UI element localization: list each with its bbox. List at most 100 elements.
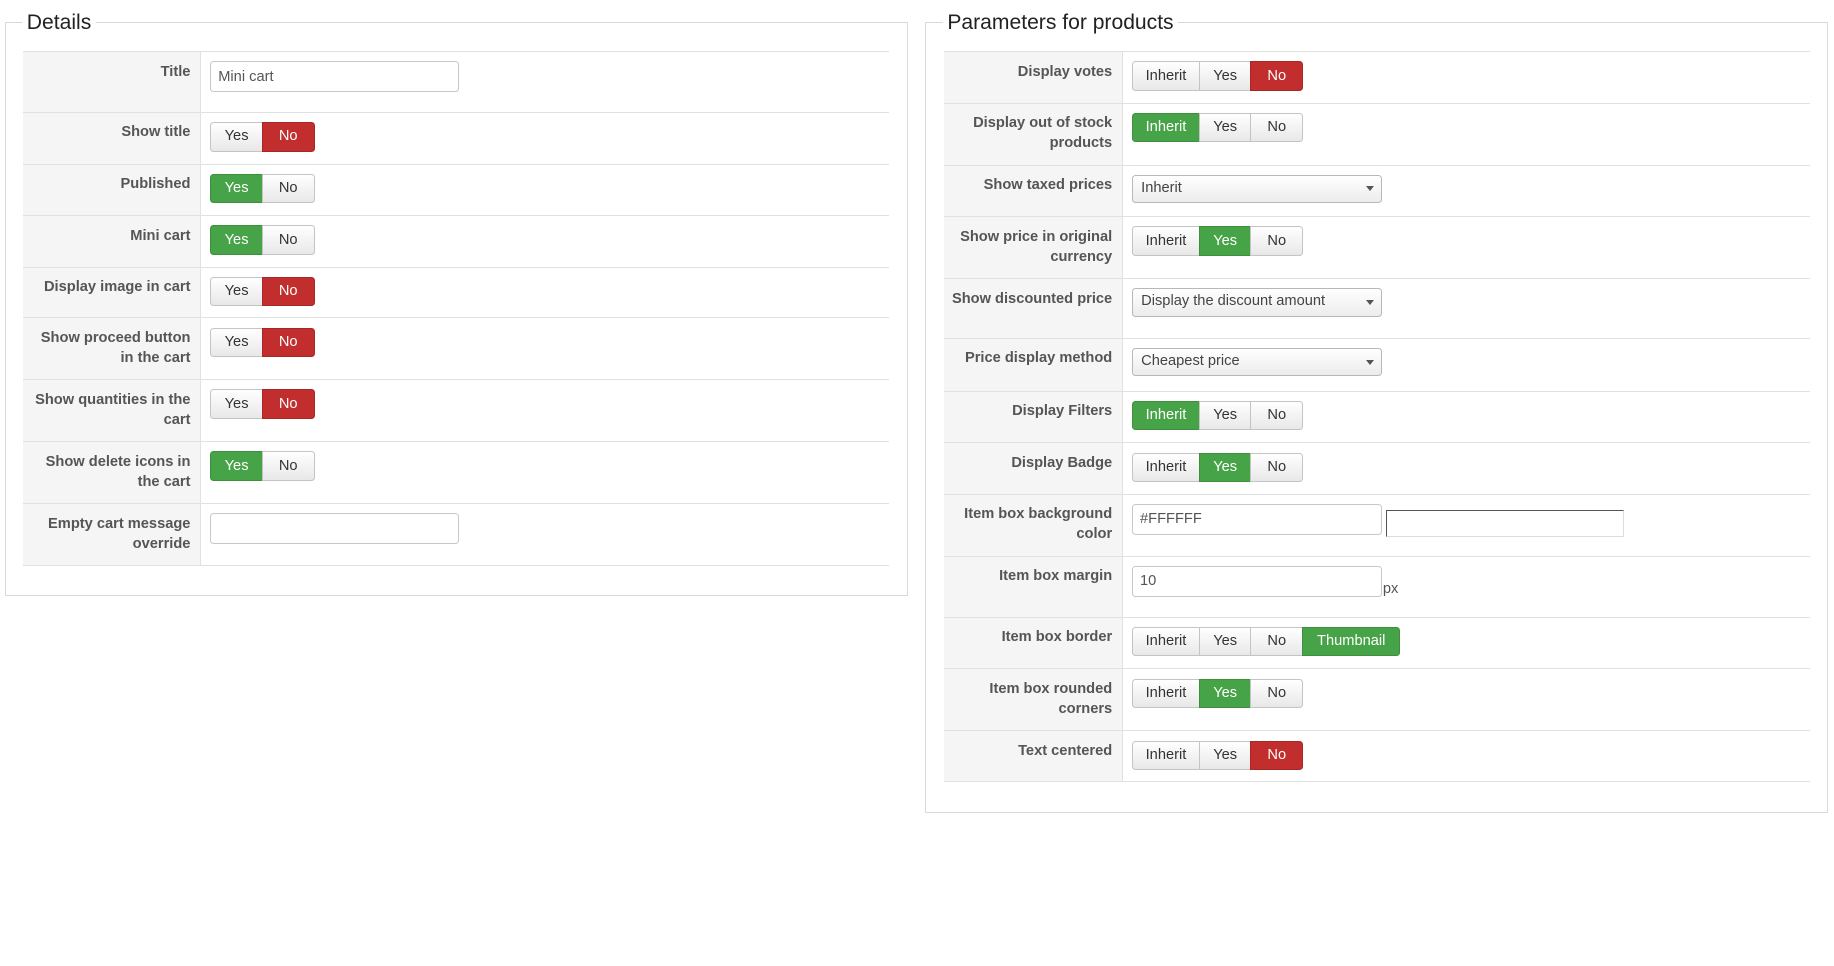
row-item-box-margin-label: Item box margin (943, 555, 1123, 618)
row-show-discounted-price-select-value: Display the discount amount (1141, 293, 1326, 310)
row-display-votes: Display votes Inherit Yes No (943, 50, 1810, 104)
row-text-centered-label: Text centered (943, 730, 1123, 782)
row-show-discounted-price-control: Display the discount amount (1122, 278, 1810, 339)
row-price-display-method-select[interactable]: Cheapest price (1131, 348, 1382, 377)
row-display-out-of-stock-products-control: Inherit Yes No (1122, 102, 1810, 166)
row-item-box-rounded-corners: Item box rounded corners Inherit Yes No (943, 668, 1810, 731)
parameters-table: Display votes Inherit Yes No Display out of … (943, 50, 1810, 782)
row-show-quantities-in-the-cart-label: Show quantities in the cart (23, 379, 201, 442)
row-show-delete-icons-in-the-cart-no-button[interactable]: No (261, 451, 315, 481)
row-item-box-border-thumbnail-button[interactable]: Thumbnail (1301, 627, 1401, 657)
row-show-discounted-price: Show discounted price Display the discoun… (943, 278, 1810, 339)
row-show-proceed-button-in-the-cart-label: Show proceed button in the cart (23, 317, 201, 380)
row-display-badge-label: Display Badge (943, 442, 1123, 495)
row-item-box-background-color-label: Item box background color (943, 493, 1123, 557)
parameters-fieldset: Parameters for products Display votes Inh… (925, 10, 1829, 813)
row-show-title-label: Show title (23, 111, 201, 165)
row-show-price-in-original-currency-toggle-group: Inherit Yes No (1131, 226, 1304, 256)
row-mini-cart-control: Yes No (200, 215, 890, 268)
row-text-centered-control: Inherit Yes No (1122, 730, 1810, 782)
row-title-input[interactable] (210, 61, 459, 92)
row-item-box-border-yes-button[interactable]: Yes (1198, 627, 1252, 657)
row-published-no-button[interactable]: No (261, 173, 315, 204)
row-item-box-margin: Item box margin px (943, 555, 1810, 618)
row-display-image-in-cart-no-button[interactable]: No (261, 277, 315, 307)
row-display-out-of-stock-products-toggle-group: Inherit Yes No (1131, 112, 1304, 143)
row-mini-cart-no-button[interactable]: No (261, 225, 315, 255)
row-display-out-of-stock-products-no-button[interactable]: No (1250, 112, 1304, 143)
row-show-title: Show title Yes No (23, 111, 890, 165)
row-show-taxed-prices-select[interactable]: Inherit (1131, 174, 1382, 204)
row-display-image-in-cart-label: Display image in cart (23, 266, 201, 318)
row-item-box-rounded-corners-yes-button[interactable]: Yes (1198, 678, 1252, 709)
row-price-display-method: Price display method Cheapest price (943, 337, 1810, 392)
row-show-price-in-original-currency-no-button[interactable]: No (1250, 226, 1304, 256)
row-show-discounted-price-select[interactable]: Display the discount amount (1131, 288, 1382, 317)
row-text-centered-no-button[interactable]: No (1250, 740, 1304, 771)
row-show-title-control: Yes No (200, 111, 890, 165)
chevron-down-icon (1365, 186, 1374, 192)
row-display-out-of-stock-products: Display out of stock products Inherit Yes N… (943, 102, 1810, 166)
row-published-yes-button[interactable]: Yes (210, 173, 263, 204)
row-display-filters-yes-button[interactable]: Yes (1198, 401, 1252, 431)
row-mini-cart: Mini cart Yes No (23, 215, 890, 268)
row-display-votes-toggle-group: Inherit Yes No (1131, 61, 1304, 91)
row-item-box-rounded-corners-inherit-button[interactable]: Inherit (1131, 678, 1200, 709)
row-item-box-background-color: Item box background color (943, 493, 1810, 557)
row-mini-cart-yes-button[interactable]: Yes (210, 225, 263, 255)
row-display-votes-yes-button[interactable]: Yes (1198, 61, 1252, 91)
row-show-quantities-in-the-cart-yes-button[interactable]: Yes (210, 389, 263, 419)
row-display-filters-no-button[interactable]: No (1250, 401, 1304, 431)
row-item-box-border-no-button[interactable]: No (1250, 627, 1304, 657)
row-show-delete-icons-in-the-cart-yes-button[interactable]: Yes (210, 451, 263, 481)
row-display-votes-no-button[interactable]: No (1250, 61, 1304, 91)
row-published-control: Yes No (200, 163, 890, 216)
row-show-quantities-in-the-cart-control: Yes No (200, 379, 890, 442)
row-display-out-of-stock-products-yes-button[interactable]: Yes (1198, 112, 1252, 143)
row-show-proceed-button-in-the-cart-yes-button[interactable]: Yes (210, 327, 263, 357)
row-display-image-in-cart-control: Yes No (200, 266, 890, 318)
row-item-box-background-color-control (1122, 493, 1810, 557)
row-show-title-no-button[interactable]: No (261, 122, 315, 152)
row-show-discounted-price-label: Show discounted price (943, 278, 1123, 339)
row-show-quantities-in-the-cart-no-button[interactable]: No (261, 389, 315, 419)
row-item-box-border-control: Inherit Yes No Thumbnail (1122, 616, 1810, 669)
row-item-box-border-inherit-button[interactable]: Inherit (1131, 627, 1200, 657)
row-show-taxed-prices-control: Inherit (1122, 164, 1810, 217)
row-show-title-toggle-group: Yes No (210, 122, 315, 152)
row-show-price-in-original-currency-yes-button[interactable]: Yes (1198, 226, 1252, 256)
row-item-box-rounded-corners-toggle-group: Inherit Yes No (1131, 678, 1304, 709)
row-display-badge-yes-button[interactable]: Yes (1198, 452, 1252, 482)
color-picker-swatch[interactable] (1386, 510, 1625, 537)
row-show-price-in-original-currency-label: Show price in original currency (943, 216, 1123, 279)
row-show-proceed-button-in-the-cart-no-button[interactable]: No (261, 327, 315, 357)
row-title: Title (23, 50, 890, 113)
row-display-filters-inherit-button[interactable]: Inherit (1131, 401, 1200, 431)
row-display-image-in-cart-yes-button[interactable]: Yes (210, 277, 263, 307)
row-show-quantities-in-the-cart: Show quantities in the cart Yes No (23, 379, 890, 442)
row-display-badge-toggle-group: Inherit Yes No (1131, 452, 1304, 482)
row-display-badge-inherit-button[interactable]: Inherit (1131, 452, 1200, 482)
row-text-centered-inherit-button[interactable]: Inherit (1131, 740, 1200, 771)
row-empty-cart-message-override-label: Empty cart message override (23, 503, 201, 566)
row-text-centered: Text centered Inherit Yes No (943, 730, 1810, 782)
row-display-votes-inherit-button[interactable]: Inherit (1131, 61, 1200, 91)
row-display-badge-no-button[interactable]: No (1250, 452, 1304, 482)
row-item-box-border: Item box border Inherit Yes No Thumbnail (943, 616, 1810, 669)
row-item-box-rounded-corners-no-button[interactable]: No (1250, 678, 1304, 709)
row-item-box-margin-input[interactable] (1131, 566, 1382, 597)
row-item-box-background-color-input[interactable] (1131, 504, 1382, 535)
row-empty-cart-message-override-input[interactable] (210, 513, 459, 544)
row-display-filters-control: Inherit Yes No (1122, 390, 1810, 443)
row-show-title-yes-button[interactable]: Yes (210, 122, 263, 152)
row-show-proceed-button-in-the-cart-toggle-group: Yes No (210, 327, 315, 357)
row-display-out-of-stock-products-inherit-button[interactable]: Inherit (1131, 112, 1200, 143)
row-show-taxed-prices-label: Show taxed prices (943, 164, 1123, 217)
details-table: TitleShow titleYesNoPublishedYesNoMini c… (23, 50, 890, 566)
chevron-down-icon (1365, 300, 1374, 306)
row-show-proceed-button-in-the-cart: Show proceed button in the cart Yes No (23, 317, 890, 380)
row-show-price-in-original-currency-inherit-button[interactable]: Inherit (1131, 226, 1200, 256)
row-mini-cart-toggle-group: Yes No (210, 225, 315, 255)
row-text-centered-yes-button[interactable]: Yes (1198, 740, 1252, 771)
row-price-display-method-select-value: Cheapest price (1141, 353, 1240, 370)
